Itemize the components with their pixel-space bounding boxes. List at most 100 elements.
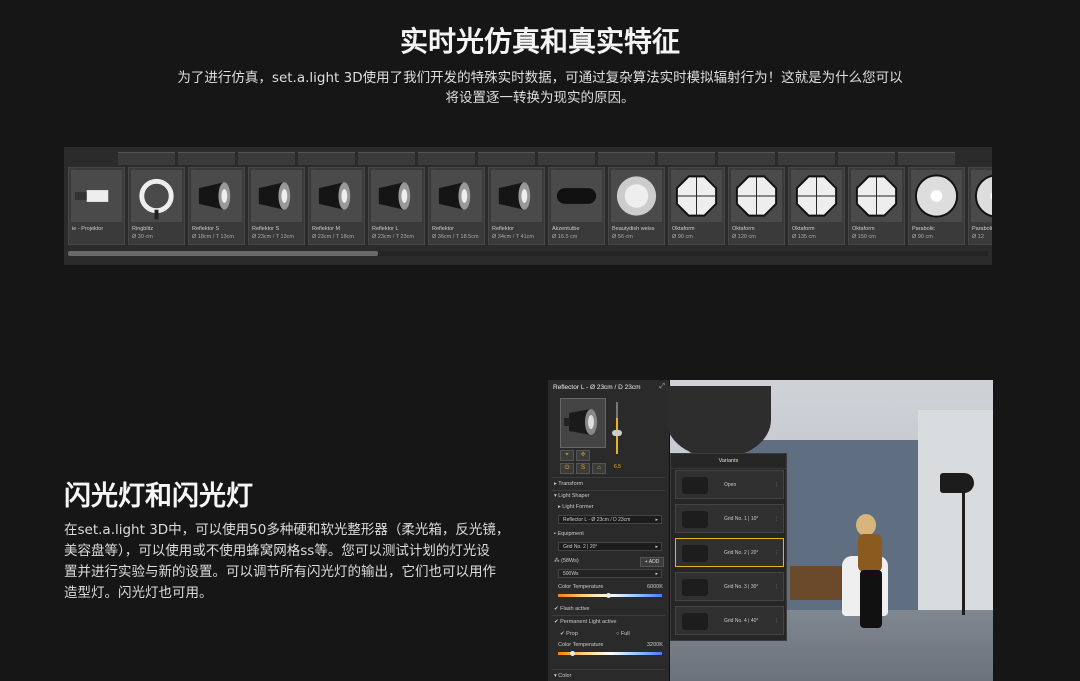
variant-label: Grid No. 4 | 40° [724, 618, 759, 624]
flash-desc-line: 美容盘等），可以使用或不使用蜂窝网格ss等。您可以测试计划的灯光设 [64, 543, 490, 559]
library-card[interactable]: ⌂★OktaformØ 150 cm [848, 167, 905, 245]
light-shaper-thumbnail [311, 170, 362, 222]
variant-row[interactable]: Open ⋮ [675, 470, 784, 499]
variant-row[interactable]: Grid No. 1 | 10° ⋮ [675, 504, 784, 533]
card-name: Oktaform [852, 226, 875, 232]
light-shaper-thumbnail [191, 170, 242, 222]
section-title: 实时光仿真和真实特征 [399, 25, 680, 58]
power-ws-select[interactable]: 500Ws ▸ [558, 569, 662, 578]
variant-icon [682, 613, 708, 630]
library-scrollbar[interactable] [68, 251, 988, 256]
s-mode-icon[interactable]: S [576, 463, 590, 474]
library-card[interactable]: ⌂★OktaformØ 90 cm [668, 167, 725, 245]
library-card[interactable]: ⌂★RingblitzØ 30 cm [128, 167, 185, 245]
light-former-select[interactable]: Reflector L - Ø 23cm / D 23cm ▸ [558, 515, 662, 524]
card-name: Beautydish weiss [612, 226, 655, 232]
color-label: Color [558, 673, 572, 679]
variant-icon [682, 511, 708, 528]
card-name: Reflektor M [312, 226, 341, 232]
model-figure[interactable] [856, 514, 888, 634]
card-name: Oktaform [732, 226, 755, 232]
card-name: Reflektor [432, 226, 455, 232]
equipment-text: Equipment [557, 531, 584, 537]
library-card[interactable]: ⌂★Reflektor SØ 23cm / T 13cm [248, 167, 305, 245]
card-size: Ø 36cm / T 18.5cm [432, 234, 479, 240]
light-properties-panel: Reflector L - Ø 23cm / D 23cm ⤢ 6.5 ⌖ ✢ … [548, 380, 670, 681]
library-card[interactable]: ⌂★Reflektor MØ 23cm / T 18cm [308, 167, 365, 245]
pin-icon[interactable]: ⤢ [659, 383, 665, 391]
variant-label: Grid No. 3 | 30° [724, 584, 759, 590]
panel-title: Reflector L - Ø 23cm / D 23cm [553, 384, 641, 391]
light-thumbnail [560, 398, 606, 448]
library-card[interactable]: ⌂★AkzentutbeØ 16.5 cm [548, 167, 605, 245]
light-stand[interactable] [962, 475, 965, 615]
card-size: Ø 90 cm [672, 234, 693, 240]
light-shaper-thumbnail [491, 170, 542, 222]
power-ws-text: (58Ws) [561, 558, 579, 564]
library-card[interactable]: ⌂★Reflektor LØ 23cm / T 23cm [368, 167, 425, 245]
library-scroll-thumb[interactable] [68, 251, 378, 256]
light-shaper-thumbnail [611, 170, 662, 222]
light-shaper-thumbnail [251, 170, 302, 222]
color-temp-value: 6000K [647, 584, 663, 590]
light-shaper-thumbnail [71, 170, 122, 222]
triangle-icon[interactable]: ⌂ [592, 463, 606, 474]
power-slider[interactable] [616, 402, 618, 454]
light-shaper-thumbnail [671, 170, 722, 222]
color-temp-knob[interactable] [606, 593, 611, 598]
library-card[interactable]: ⌂★ReflektorØ 36cm / T 18.5cm [428, 167, 485, 245]
card-size: Ø 150 cm [852, 234, 876, 240]
variant-icon [682, 477, 708, 494]
variant-row[interactable]: Grid No. 4 | 40° ⋮ [675, 606, 784, 635]
transform-section[interactable]: ▸ Transform [554, 481, 583, 487]
equipment-select[interactable]: Grid No. 2 | 20° ▸ [558, 542, 662, 551]
power-ws-label: ⁂ (58Ws) [554, 558, 579, 564]
library-card[interactable]: ⌂★OktaformØ 120 cm [728, 167, 785, 245]
permanent-light-checkbox[interactable]: ✔ Permanent Light active [554, 619, 616, 625]
prop-radio[interactable]: ✔ Prop [560, 631, 578, 637]
light-shaper-thumbnail [131, 170, 182, 222]
card-name: Akzentutbe [552, 226, 580, 232]
description-line-1: 为了进行仿真，set.a.light 3D使用了我们开发的特殊实时数据，可通过复… [177, 70, 903, 86]
power-slider-knob[interactable] [612, 430, 622, 436]
target-icon[interactable]: ⌖ [560, 450, 574, 461]
card-size: Ø 23cm / T 13cm [252, 234, 294, 240]
color-temp-label: Color Temperature [558, 584, 604, 590]
light-shaper-section[interactable]: ▾ Light Shaper [554, 493, 590, 499]
card-size: Ø 23cm / T 23cm [372, 234, 414, 240]
color-temp2-label: Color Temperature [558, 642, 604, 648]
variant-row[interactable]: Grid No. 3 | 30° ⋮ [675, 572, 784, 601]
library-card[interactable]: ⌂★OktaformØ 135 cm [788, 167, 845, 245]
library-card[interactable]: ⌂★ReflektorØ 34cm / T 41cm [488, 167, 545, 245]
variants-title: Variants [671, 454, 786, 469]
library-card[interactable]: ⌂★ie - Projektor [68, 167, 125, 245]
card-size: Ø 135 cm [792, 234, 816, 240]
prop-label: Prop [566, 631, 578, 637]
card-name: ie - Projektor [72, 226, 104, 232]
studio-light-head[interactable] [940, 473, 974, 493]
library-card[interactable]: ⌂★Reflektor SØ 18cm / T 13cm [188, 167, 245, 245]
flash-desc-line: 在set.a.light 3D中，可以使用50多种硬和软光整形器（柔光箱，反光镜… [64, 522, 510, 538]
color-temp2-value: 3200K [647, 642, 663, 648]
light-shaper-thumbnail [851, 170, 902, 222]
card-name: Reflektor L [372, 226, 399, 232]
full-radio[interactable]: ○ Full [616, 631, 630, 637]
variant-row-active[interactable]: Grid No. 2 | 20° ⋮ [675, 538, 784, 567]
card-name: Reflektor [492, 226, 515, 232]
library-card[interactable]: ⌂★Beautydish weissØ 56 cm [608, 167, 665, 245]
card-size: Ø 12 [972, 234, 984, 240]
card-size: Ø 16.5 cm [552, 234, 578, 240]
color-section[interactable]: ▾ Color [554, 673, 571, 679]
library-card[interactable]: ⌂★ParabolicØ 90 cm [908, 167, 965, 245]
card-name: Reflektor S [192, 226, 220, 232]
variant-icon [682, 545, 708, 562]
power-icon[interactable]: ⏻ [560, 463, 574, 474]
flash-active-checkbox[interactable]: ✔ Flash active [554, 606, 590, 612]
color-temp2-knob[interactable] [570, 651, 575, 656]
move-icon[interactable]: ✢ [576, 450, 590, 461]
side-wall [918, 410, 993, 630]
library-card[interactable]: ⌂★ParabolicØ 12 [968, 167, 992, 245]
library-back-row [118, 152, 992, 165]
variant-label: Grid No. 2 | 20° [724, 550, 759, 556]
add-button[interactable]: + ADD [640, 557, 664, 567]
